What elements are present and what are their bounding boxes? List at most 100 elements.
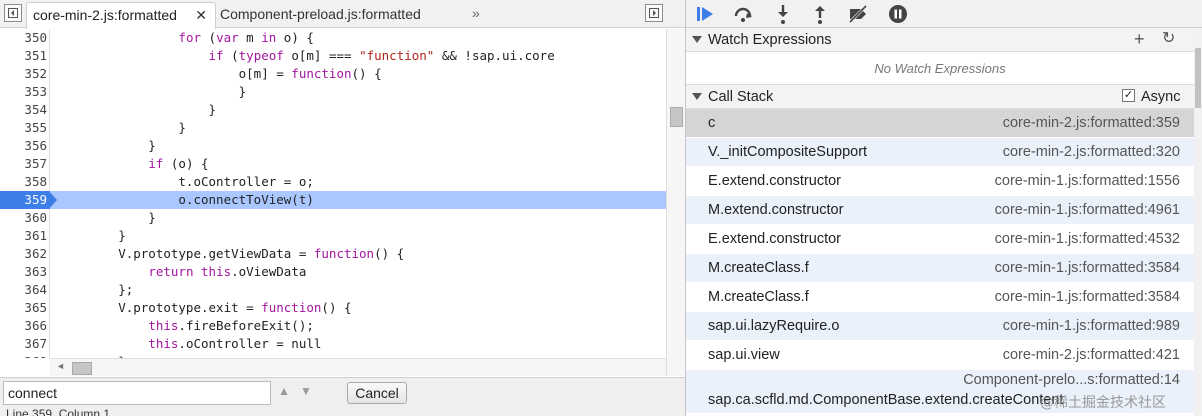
frame-location-link[interactable]: Component-prelo...s:formatted:14 bbox=[963, 372, 1180, 388]
call-frame[interactable]: M.createClass.f core-min-1.js:formatted:3… bbox=[686, 254, 1194, 283]
frame-location-link[interactable]: core-min-1.js:formatted:4961 bbox=[995, 202, 1180, 218]
frame-function-name: V._initCompositeSupport bbox=[708, 144, 868, 160]
scroll-thumb[interactable] bbox=[1195, 48, 1201, 108]
code-line-current[interactable]: 359 o.connectToView(t) bbox=[0, 191, 666, 209]
line-number[interactable]: 367 bbox=[0, 335, 50, 353]
keyword-token: return bbox=[148, 264, 194, 279]
line-number[interactable]: 366 bbox=[0, 317, 50, 335]
code-editor[interactable]: 350 for (var m in o) {351 if (typeof o[m… bbox=[0, 29, 666, 358]
step-out-icon[interactable] bbox=[808, 2, 832, 26]
scroll-thumb[interactable] bbox=[72, 362, 92, 375]
call-frame[interactable]: V._initCompositeSupport core-min-2.js:for… bbox=[686, 138, 1194, 167]
call-frame-selected[interactable]: c core-min-2.js:formatted:359 bbox=[686, 109, 1194, 138]
frame-location-link[interactable]: core-min-1.js:formatted:989 bbox=[1003, 318, 1180, 334]
code-line[interactable]: 366 this.fireBeforeExit(); bbox=[0, 317, 666, 335]
line-number[interactable]: 353 bbox=[0, 83, 50, 101]
code-line[interactable]: 363 return this.oViewData bbox=[0, 263, 666, 281]
code-token: (o) { bbox=[163, 156, 209, 171]
tab-label: core-min-2.js:formatted bbox=[33, 7, 177, 23]
find-next-icon[interactable]: ▼ bbox=[300, 384, 312, 398]
code-line[interactable]: 352 o[m] = function() { bbox=[0, 65, 666, 83]
search-input[interactable] bbox=[3, 381, 271, 405]
line-number[interactable]: 364 bbox=[0, 281, 50, 299]
scroll-left-icon[interactable]: ◄ bbox=[56, 361, 65, 371]
code-line[interactable]: 360 } bbox=[0, 209, 666, 227]
refresh-icon[interactable]: ↻ bbox=[1162, 28, 1175, 50]
code-line[interactable]: 362 V.prototype.getViewData = function()… bbox=[0, 245, 666, 263]
code-line[interactable]: 354 } bbox=[0, 101, 666, 119]
call-frame[interactable]: M.extend.constructor core-min-1.js:format… bbox=[686, 196, 1194, 225]
watch-expressions-header[interactable]: Watch Expressions + ↻ bbox=[686, 28, 1194, 52]
line-number[interactable]: 368 bbox=[0, 353, 50, 358]
frame-function-name: sap.ca.scfld.md.ComponentBase.extend.cre… bbox=[708, 392, 1064, 408]
code-line[interactable]: 364 }; bbox=[0, 281, 666, 299]
line-number[interactable]: 360 bbox=[0, 209, 50, 227]
line-number[interactable]: 350 bbox=[0, 29, 50, 47]
code-line[interactable]: 367 this.oController = null bbox=[0, 335, 666, 353]
call-frame[interactable]: sap.ui.view core-min-2.js:formatted:421 bbox=[686, 341, 1194, 370]
add-watch-icon[interactable]: + bbox=[1134, 28, 1145, 50]
horizontal-scrollbar[interactable]: ◄ bbox=[50, 358, 666, 376]
code-line[interactable]: 358 t.oController = o; bbox=[0, 173, 666, 191]
step-into-icon[interactable] bbox=[771, 2, 795, 26]
find-previous-icon[interactable]: ▲ bbox=[278, 384, 290, 398]
code-line[interactable]: 356 } bbox=[0, 137, 666, 155]
more-tabs-icon[interactable]: » bbox=[472, 2, 480, 24]
code-line[interactable]: 355 } bbox=[0, 119, 666, 137]
line-number[interactable]: 365 bbox=[0, 299, 50, 317]
code-line[interactable]: 351 if (typeof o[m] === "function" && !s… bbox=[0, 47, 666, 65]
tab-component-preload[interactable]: Component-preload.js:formatted bbox=[220, 2, 421, 28]
close-tab-icon[interactable]: ✕ bbox=[195, 3, 207, 27]
code-token: } bbox=[58, 210, 156, 225]
code-text: } bbox=[58, 227, 126, 245]
code-token: m bbox=[238, 30, 262, 45]
code-line[interactable]: 357 if (o) { bbox=[0, 155, 666, 173]
line-number[interactable]: 358 bbox=[0, 173, 50, 191]
line-number[interactable]: 355 bbox=[0, 119, 50, 137]
frame-location-link[interactable]: core-min-1.js:formatted:3584 bbox=[995, 289, 1180, 305]
tab-core-min-2[interactable]: core-min-2.js:formatted ✕ bbox=[26, 2, 216, 29]
resume-icon[interactable] bbox=[694, 2, 718, 26]
step-over-icon[interactable] bbox=[731, 2, 755, 26]
toggle-navigator-button[interactable] bbox=[4, 4, 22, 22]
code-token: ( bbox=[223, 48, 239, 63]
call-frame[interactable]: E.extend.constructor core-min-1.js:format… bbox=[686, 167, 1194, 196]
frame-location-link[interactable]: core-min-1.js:formatted:4532 bbox=[995, 231, 1180, 247]
line-number[interactable]: 357 bbox=[0, 155, 50, 173]
call-frame[interactable]: M.createClass.f core-min-1.js:formatted:3… bbox=[686, 283, 1194, 312]
line-number[interactable]: 363 bbox=[0, 263, 50, 281]
cancel-search-button[interactable]: Cancel bbox=[347, 382, 407, 404]
frame-location-link[interactable]: core-min-1.js:formatted:3584 bbox=[995, 260, 1180, 276]
frame-location-link[interactable]: core-min-2.js:formatted:359 bbox=[1003, 115, 1180, 131]
scroll-thumb[interactable] bbox=[670, 107, 683, 127]
line-number[interactable]: 352 bbox=[0, 65, 50, 83]
code-line[interactable]: 361 } bbox=[0, 227, 666, 245]
line-number[interactable]: 362 bbox=[0, 245, 50, 263]
sidebar-scrollbar[interactable] bbox=[1194, 28, 1202, 416]
call-stack-header[interactable]: Call Stack ✓ Async bbox=[686, 85, 1194, 109]
deactivate-breakpoints-icon[interactable] bbox=[846, 2, 870, 26]
call-frame[interactable]: E.extend.constructor core-min-1.js:format… bbox=[686, 225, 1194, 254]
code-line[interactable]: 350 for (var m in o) { bbox=[0, 29, 666, 47]
line-number[interactable]: 351 bbox=[0, 47, 50, 65]
line-number[interactable]: 361 bbox=[0, 227, 50, 245]
toggle-debugger-button[interactable] bbox=[645, 4, 663, 22]
code-token: } bbox=[58, 84, 247, 99]
line-number[interactable]: 354 bbox=[0, 101, 50, 119]
async-checkbox[interactable]: ✓ bbox=[1122, 89, 1135, 102]
frame-location-link[interactable]: core-min-2.js:formatted:320 bbox=[1003, 144, 1180, 160]
breakpoint-line-number[interactable]: 359 bbox=[0, 191, 57, 209]
editor-tab-bar: core-min-2.js:formatted ✕ Component-prel… bbox=[0, 0, 685, 29]
code-line[interactable]: 365 V.prototype.exit = function() { bbox=[0, 299, 666, 317]
collapse-triangle-icon[interactable] bbox=[692, 93, 702, 100]
vertical-scrollbar[interactable] bbox=[666, 29, 685, 376]
pause-on-exceptions-icon[interactable] bbox=[886, 2, 910, 26]
line-number[interactable]: 356 bbox=[0, 137, 50, 155]
frame-location-link[interactable]: core-min-1.js:formatted:1556 bbox=[995, 173, 1180, 189]
collapse-triangle-icon[interactable] bbox=[692, 36, 702, 43]
call-frame[interactable]: sap.ui.lazyRequire.o core-min-1.js:format… bbox=[686, 312, 1194, 341]
frame-location-link[interactable]: core-min-2.js:formatted:421 bbox=[1003, 347, 1180, 363]
keyword-token: if bbox=[208, 48, 224, 63]
code-line[interactable]: 353 } bbox=[0, 83, 666, 101]
